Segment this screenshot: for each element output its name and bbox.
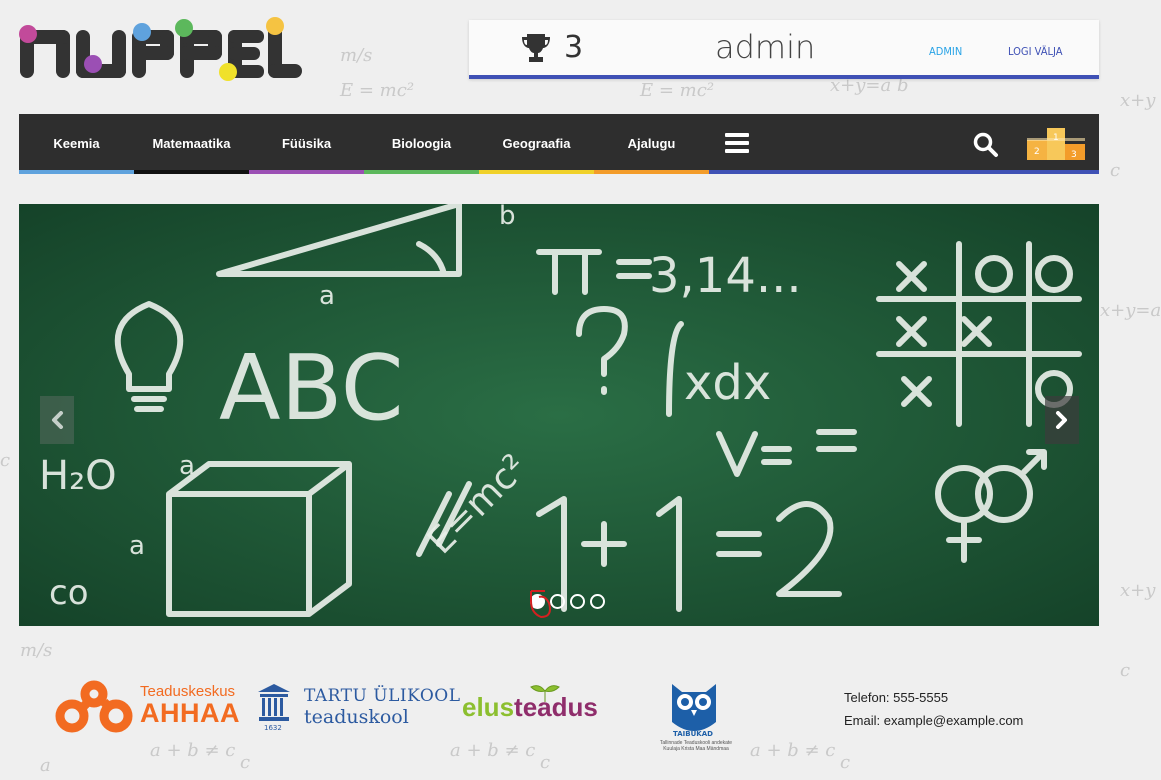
nav-item-fuusika[interactable]: Füüsika xyxy=(249,114,364,174)
partner-tartu-ulikool-logo[interactable]: 1632 TARTU ÜLIKOOL teaduskool xyxy=(256,682,460,732)
subject-navbar: Keemia Matemaatika Füüsika Bioloogia Geo… xyxy=(19,114,1099,174)
partner-elus-teadus-logo[interactable]: elusteadus xyxy=(462,682,640,728)
elus-teadus-wordmark: elusteadus xyxy=(462,692,598,723)
user-panel: 3 admin ADMIN LOGI VÄLJA xyxy=(469,20,1099,79)
teaduskool-name: teaduskool xyxy=(304,706,409,728)
tartu-year: 1632 xyxy=(264,724,282,732)
svg-text:H₂O: H₂O xyxy=(39,453,117,499)
nav-accent-bar xyxy=(709,170,1099,174)
nav-color-bar xyxy=(134,170,249,174)
podium-label-3: 3 xyxy=(1071,150,1077,160)
chalkboard-image: 3,14... ABC xdx H₂O E=mc² a b a a co xyxy=(19,204,1099,626)
nav-item-label: Füüsika xyxy=(281,136,332,151)
nav-color-bar xyxy=(249,170,364,174)
ahhaa-logo-mark xyxy=(55,680,133,733)
tartu-ulikool-emblem: 1632 xyxy=(258,684,290,732)
carousel-prev-button[interactable] xyxy=(40,396,74,444)
podium-label-1: 1 xyxy=(1053,133,1059,143)
nav-color-bar xyxy=(364,170,479,174)
carousel-indicator-4[interactable] xyxy=(590,594,605,609)
chevron-right-icon xyxy=(1056,411,1067,429)
svg-text:a: a xyxy=(319,281,335,311)
nav-color-bar xyxy=(19,170,134,174)
svg-text:a: a xyxy=(129,531,145,561)
carousel-next-button[interactable] xyxy=(1045,396,1079,444)
nav-item-matemaatika[interactable]: Matemaatika xyxy=(134,114,249,174)
search-icon[interactable] xyxy=(973,132,999,158)
partner-ahhaa-logo[interactable]: Teaduskeskus AHHAA xyxy=(54,680,244,736)
chevron-left-icon xyxy=(52,411,63,429)
admin-link[interactable]: ADMIN xyxy=(929,45,962,58)
svg-text:xdx: xdx xyxy=(684,355,771,411)
logout-link[interactable]: LOGI VÄLJA xyxy=(1008,45,1062,58)
nav-item-label: Keemia xyxy=(53,136,100,151)
trophy-icon xyxy=(522,34,550,62)
ahhaa-title: AHHAA xyxy=(140,698,240,728)
username: admin xyxy=(715,28,816,66)
nav-color-bar xyxy=(594,170,709,174)
svg-text:a: a xyxy=(179,451,195,481)
taibukad-title: TAIBUKAD xyxy=(673,730,713,738)
nav-item-label: Ajalugu xyxy=(627,136,676,151)
elus-word: elus xyxy=(462,692,515,722)
contact-info: Telefon: 555-5555 Email: example@example… xyxy=(844,686,1023,732)
footer: Teaduskeskus AHHAA 1632 TARTU ÜLIKOOL te… xyxy=(0,660,1161,760)
carousel-indicator-3[interactable] xyxy=(570,594,585,609)
nav-item-geograafia[interactable]: Geograafia xyxy=(479,114,594,174)
taibukad-subtitle: Tallinnade Teaduskooli andekate Kuulaja … xyxy=(659,740,733,752)
nav-item-bioloogia[interactable]: Bioloogia xyxy=(364,114,479,174)
contact-phone: Telefon: 555-5555 xyxy=(844,690,949,705)
svg-text:co: co xyxy=(49,573,89,613)
nav-item-label: Matemaatika xyxy=(152,136,231,151)
tartu-ulikool-name: TARTU ÜLIKOOL xyxy=(304,686,461,706)
nav-item-label: Bioloogia xyxy=(391,136,452,151)
hero-carousel: 3,14... ABC xdx H₂O E=mc² a b a a co xyxy=(19,204,1099,626)
nav-item-label: Geograafia xyxy=(502,136,571,151)
svg-text:b: b xyxy=(499,204,516,231)
contact-email: Email: example@example.com xyxy=(844,713,1024,728)
podium-label-2: 2 xyxy=(1034,147,1040,157)
hamburger-icon[interactable] xyxy=(725,133,749,153)
nav-item-ajalugu[interactable]: Ajalugu xyxy=(594,114,709,174)
svg-text:ABC: ABC xyxy=(219,336,404,441)
svg-text:3,14...: 3,14... xyxy=(649,248,802,304)
teadus-word: teadus xyxy=(514,692,598,722)
partner-taibukad-logo[interactable]: TAIBUKAD Tallinnade Teaduskooli andekate… xyxy=(660,680,732,752)
nav-item-keemia[interactable]: Keemia xyxy=(19,114,134,174)
podium-icon[interactable]: 2 1 3 xyxy=(1027,126,1085,160)
nav-color-bar xyxy=(479,170,594,174)
score-value: 3 xyxy=(564,30,584,65)
click-marker xyxy=(530,590,551,619)
owl-icon: TAIBUKAD xyxy=(672,684,716,738)
nuppel-logo[interactable] xyxy=(18,16,303,82)
